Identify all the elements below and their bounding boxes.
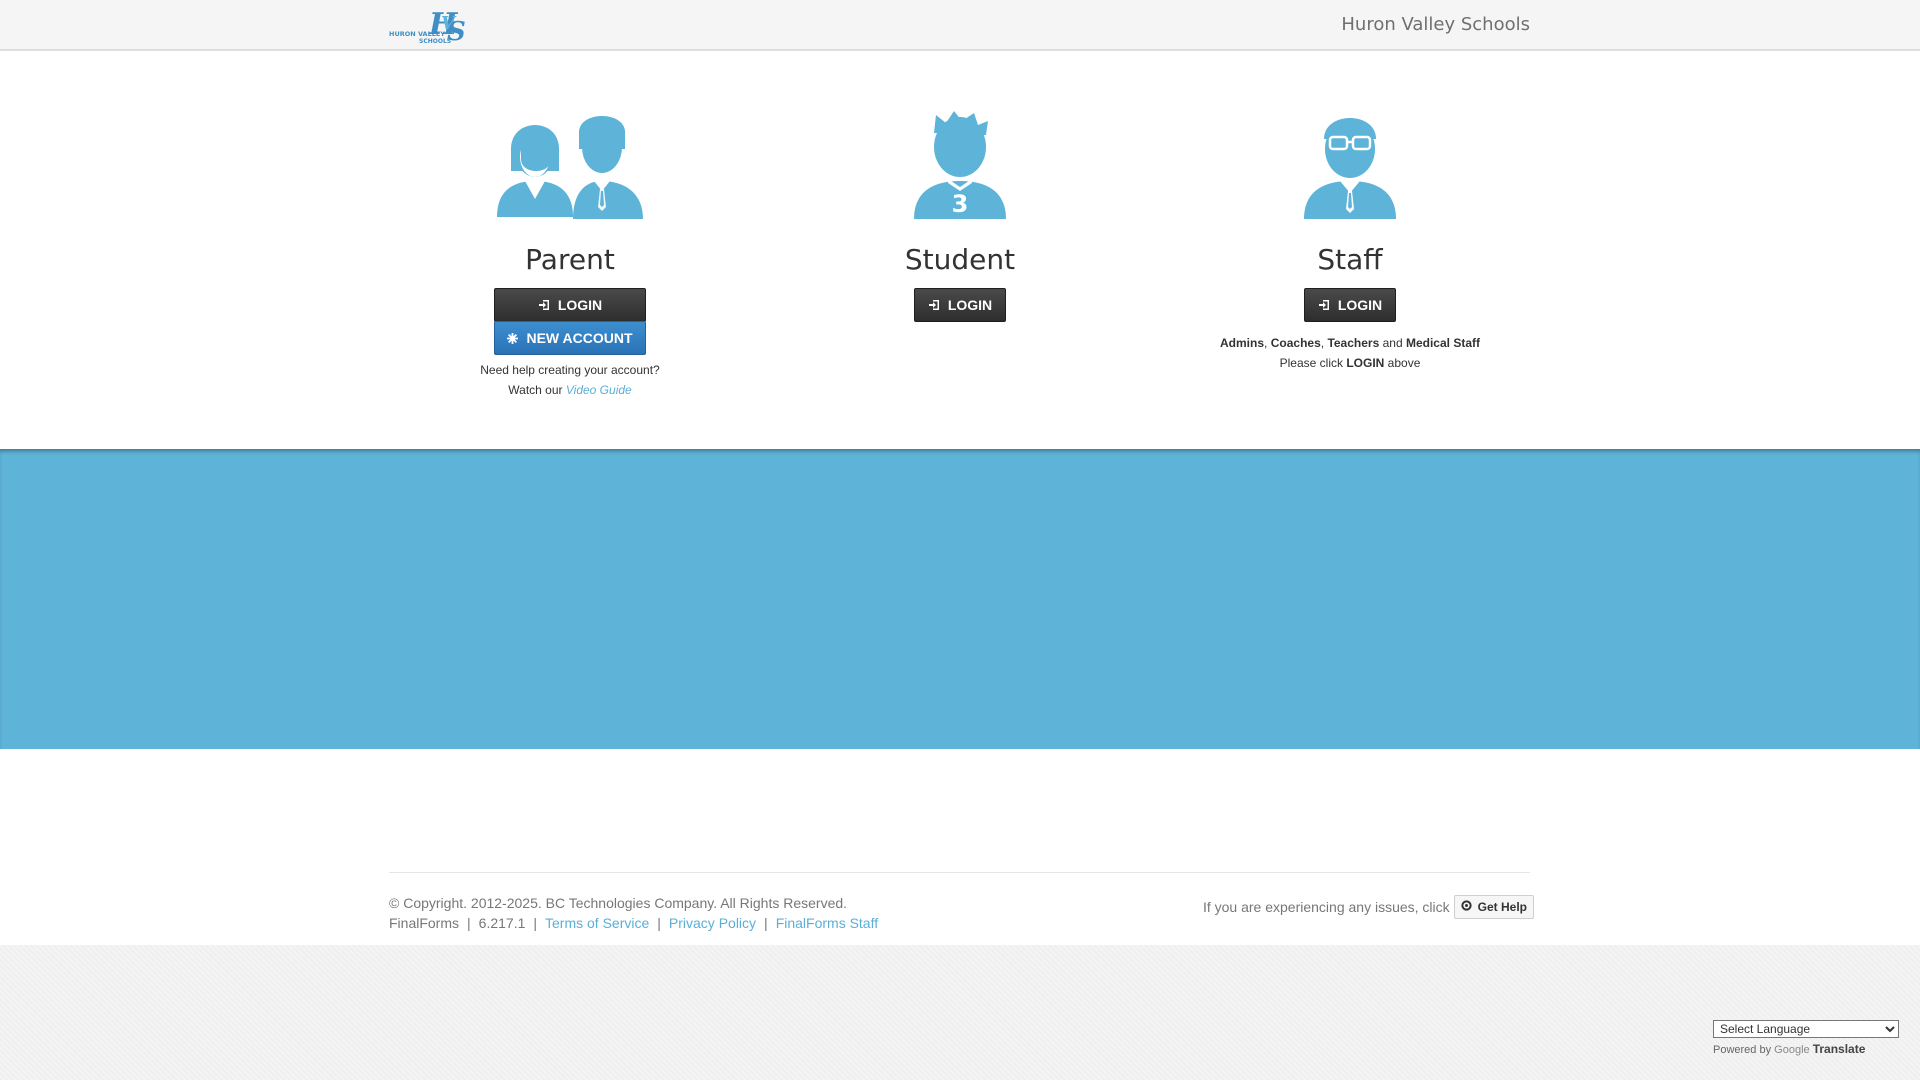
product-name: FinalForms	[389, 915, 460, 931]
student-login-button[interactable]: LOGIN	[914, 288, 1006, 322]
google-translate-widget: Select Language Powered by Google Transl…	[1713, 1020, 1901, 1056]
student-icon: 3	[914, 111, 1006, 219]
help-line-2-prefix: Watch our	[508, 383, 563, 397]
note-and: and	[1382, 336, 1403, 350]
note-line2-suffix: above	[1387, 356, 1421, 370]
sign-in-icon	[538, 299, 550, 311]
separator: |	[657, 915, 661, 931]
district-name: Huron Valley Schools	[1341, 14, 1530, 35]
terms-of-service-link[interactable]: Terms of Service	[545, 915, 649, 931]
note-admins: Admins	[1220, 336, 1265, 350]
video-guide-link[interactable]: Video Guide	[566, 383, 632, 397]
district-logo[interactable]: H S V HURON VALLEY SCHOOLS	[389, 7, 481, 47]
parents-icon	[497, 116, 643, 219]
role-selection-section: Parent LOGIN NEW ACCOUNT Need help creat…	[0, 51, 1920, 449]
note-coaches: Coaches	[1270, 336, 1321, 350]
powered-by-google: Powered by Google Translate	[1713, 1042, 1901, 1056]
parent-role-card: Parent LOGIN NEW ACCOUNT Need help creat…	[390, 109, 750, 409]
staff-login-button[interactable]: LOGIN	[1304, 288, 1396, 322]
student-login-label: LOGIN	[947, 297, 993, 313]
note-comma: ,	[1320, 336, 1325, 350]
help-line-1: Need help creating your account?	[480, 363, 660, 377]
parent-login-button[interactable]: LOGIN	[494, 288, 646, 322]
student-role-card: 3 Student LOGIN	[780, 109, 1140, 409]
get-help-button[interactable]: Get Help	[1453, 895, 1534, 919]
separator: |	[467, 915, 471, 931]
note-medical: Medical Staff	[1405, 336, 1480, 350]
svg-text:HURON VALLEY: HURON VALLEY	[389, 30, 445, 38]
staff-icon	[1304, 118, 1396, 219]
page-background	[0, 945, 1920, 1080]
asterisk-icon	[507, 332, 519, 344]
version-number: 6.217.1	[478, 915, 526, 931]
sign-in-icon	[928, 299, 940, 311]
student-title: Student	[904, 243, 1016, 276]
note-teachers: Teachers	[1327, 336, 1380, 350]
note-line2-prefix: Please click	[1279, 356, 1343, 370]
staff-login-label: LOGIN	[1337, 297, 1383, 313]
parent-login-label: LOGIN	[557, 297, 603, 313]
jersey-number: 3	[952, 190, 969, 218]
issues-help: If you are experiencing any issues, clic…	[1203, 895, 1534, 919]
accent-band	[0, 449, 1920, 749]
parent-help-text: Need help creating your account? Watch o…	[390, 360, 750, 400]
help-line-2: Watch our Video Guide	[390, 380, 750, 400]
privacy-policy-link[interactable]: Privacy Policy	[669, 915, 756, 931]
separator: |	[764, 915, 768, 931]
sign-in-icon	[1318, 299, 1330, 311]
separator: |	[533, 915, 538, 931]
svg-text:SCHOOLS: SCHOOLS	[419, 38, 451, 45]
note-comma: ,	[1264, 336, 1268, 350]
translate-link[interactable]: Translate	[1813, 1042, 1866, 1056]
top-navbar: H S V HURON VALLEY SCHOOLS Huron Valley …	[0, 0, 1920, 50]
finalforms-staff-link[interactable]: FinalForms Staff	[776, 915, 878, 931]
staff-note-line-1: Admins, Coaches, Teachers and Medical St…	[1170, 333, 1530, 353]
parent-title: Parent	[525, 243, 615, 276]
staff-note-line-2: Please click LOGIN above	[1170, 353, 1530, 373]
lifebuoy-icon	[1461, 900, 1472, 914]
get-help-label: Get Help	[1477, 900, 1527, 914]
staff-note: Admins, Coaches, Teachers and Medical St…	[1170, 333, 1530, 373]
note-line2-login: LOGIN	[1346, 356, 1385, 370]
issues-text: If you are experiencing any issues, clic…	[1202, 899, 1450, 915]
footer-divider	[389, 872, 1530, 873]
copyright-text: © Copyright. 2012-2025. BC Technologies …	[389, 895, 848, 911]
footer: © Copyright. 2012-2025. BC Technologies …	[0, 749, 1920, 945]
staff-title: Staff	[1317, 243, 1383, 276]
hvs-logo-icon: H S V HURON VALLEY SCHOOLS	[389, 7, 466, 47]
google-logo-icon[interactable]: Google	[1774, 1044, 1809, 1056]
new-account-button[interactable]: NEW ACCOUNT	[494, 321, 646, 355]
new-account-label: NEW ACCOUNT	[526, 330, 633, 346]
staff-role-card: Staff LOGIN Admins, Coaches, Teachers an…	[1170, 109, 1530, 409]
footer-links: FinalForms | 6.217.1 | Terms of Service | Priv…	[389, 915, 878, 931]
language-select[interactable]: Select Language	[1713, 1020, 1899, 1038]
powered-by-text: Powered by	[1713, 1044, 1772, 1056]
